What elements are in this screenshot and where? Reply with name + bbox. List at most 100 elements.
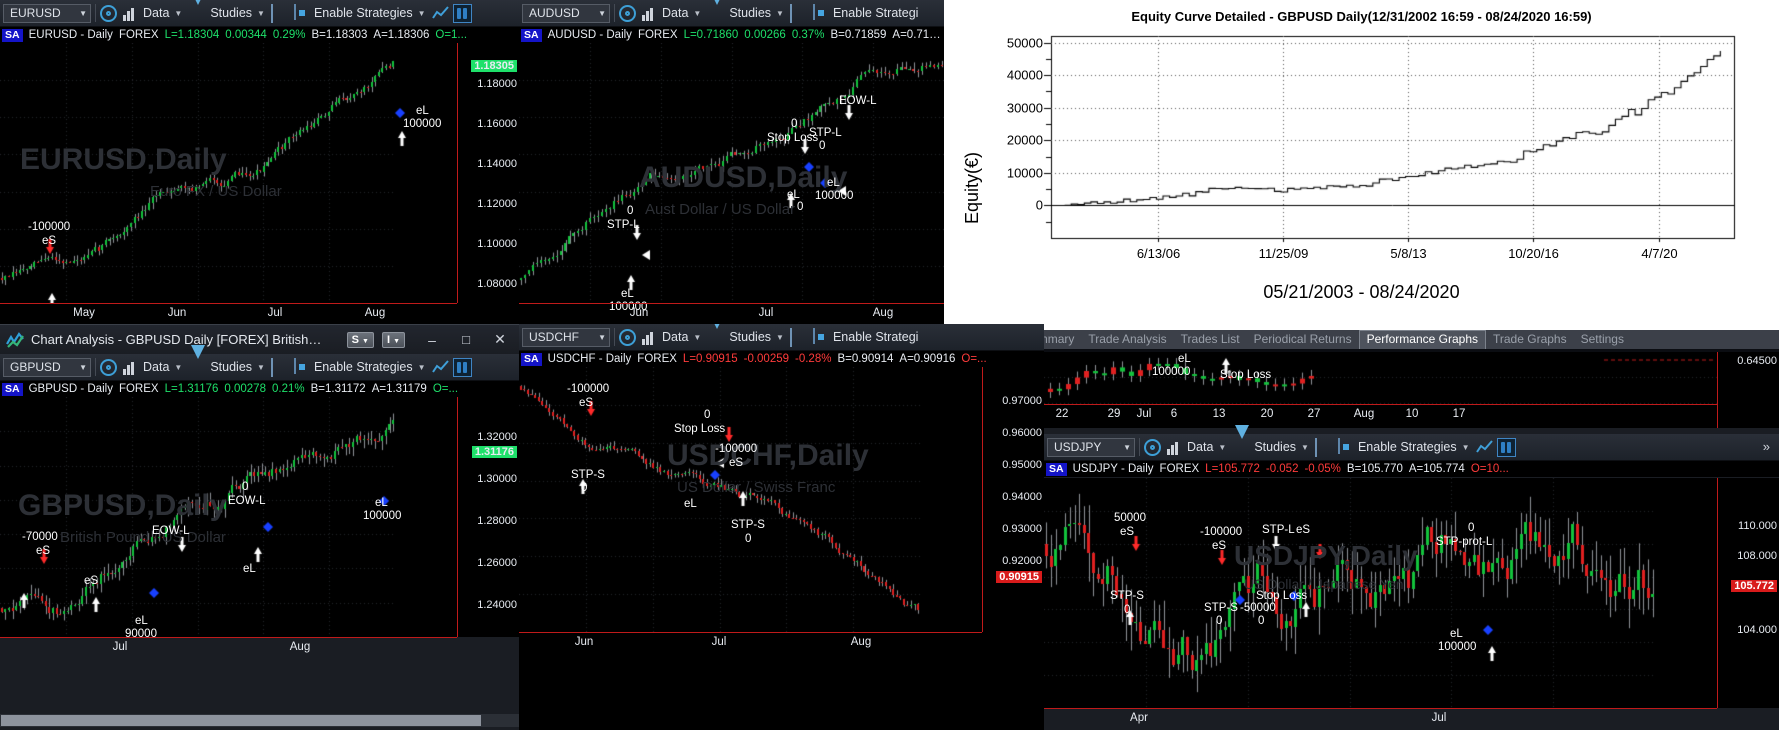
data-menu-usdjpy[interactable]: Data ▼ <box>1165 436 1228 458</box>
time-axis-usdjpy[interactable]: Apr Jul <box>1044 708 1717 728</box>
symbol-selector-usdjpy[interactable]: USDJPY ▼ <box>1047 437 1135 457</box>
y-axis-tick-label: 40000 <box>1006 67 1043 83</box>
enable-strategies-label: Enable Strategies <box>313 360 413 374</box>
tab-settings[interactable]: Settings <box>1574 330 1631 349</box>
order-annotation: 100000 <box>403 118 442 130</box>
quote-bid: B=1.18303 <box>311 29 368 41</box>
grid-icon[interactable] <box>1314 437 1332 457</box>
symbol-selector-eurusd[interactable]: EURUSD ▼ <box>3 3 91 23</box>
toolbar-usdjpy: USDJPY ▼ Data ▼ Studies ▼ Enable Strateg… <box>1044 424 1779 461</box>
enable-strategies-usdjpy[interactable]: Enable Strategies ▼ <box>1336 436 1472 458</box>
price-plot-audusd[interactable]: AUDUSD,Daily Aust Dollar / US Dollar 0 ST… <box>519 43 944 313</box>
enable-strategies-label: Enable Strategi <box>832 330 919 344</box>
quote-ask: A=0.90916 <box>899 353 956 365</box>
enable-strategies-eurusd[interactable]: Enable Strategies ▼ <box>292 2 428 24</box>
target-icon[interactable] <box>619 328 636 346</box>
price-axis-eurusd[interactable]: 1.18000 1.16000 1.14000 1.12000 1.10000 … <box>457 43 519 303</box>
quote-name: GBPUSD - Daily <box>28 383 113 395</box>
chevron-down-icon: ▼ <box>174 362 183 372</box>
target-icon[interactable] <box>1144 438 1161 456</box>
horizontal-scrollbar-gbpusd[interactable] <box>0 714 519 727</box>
minimize-button[interactable]: – <box>419 332 445 348</box>
studies-menu-eurusd[interactable]: Studies ▼ <box>188 0 267 24</box>
time-tick: Aug <box>1353 408 1375 420</box>
studies-menu-gbpusd[interactable]: Studies ▼ <box>188 344 267 378</box>
studies-menu-audusd[interactable]: Studies ▼ <box>707 0 786 24</box>
time-axis-sliver[interactable]: 22 29 Jul 6 13 20 27 Aug 10 17 <box>1044 404 1717 424</box>
target-icon[interactable] <box>100 4 117 22</box>
symbol-selector-audusd[interactable]: AUDUSD ▼ <box>522 3 610 23</box>
quote-change: -0.052 <box>1265 463 1299 475</box>
data-menu-eurusd[interactable]: Data ▼ <box>121 2 184 24</box>
price-plot-usdjpy[interactable]: USDJPY,Daily US Dollar / Japanese Yen 11… <box>1044 478 1779 708</box>
time-axis-gbpusd[interactable]: Jul Aug <box>0 637 457 657</box>
studies-menu-usdchf[interactable]: Studies ▼ <box>707 324 786 348</box>
price-plot-gbpusd[interactable]: GBPUSD,Daily British Pound / US Dollar 1… <box>0 397 519 640</box>
close-button[interactable]: ✕ <box>487 331 513 348</box>
grid-icon[interactable] <box>270 3 288 23</box>
candlestick-icon[interactable] <box>452 3 472 23</box>
bar-chart-icon <box>123 359 140 376</box>
tab-periodical-returns[interactable]: Periodical Returns <box>1247 330 1359 349</box>
symbol-selector-gbpusd[interactable]: GBPUSD ▼ <box>3 357 91 377</box>
equity-chart-area[interactable]: Equity(€) 0 10000 20000 30000 40000 50000 6/1… <box>944 24 1779 274</box>
candlestick-icon[interactable] <box>452 357 472 377</box>
window-titlebar-gbpusd[interactable]: Chart Analysis - GBPUSD Daily [FOREX] Br… <box>0 324 519 354</box>
studies-menu-usdjpy[interactable]: Studies ▼ <box>1232 424 1311 458</box>
price-axis-usdchf[interactable]: 0.97000 0.96000 0.95000 0.94000 0.93000 … <box>982 367 1044 632</box>
x-axis-tick-label: 4/7/20 <box>1641 246 1678 261</box>
price-plot-usdchf[interactable]: USDCHF,Daily US Dollar / Swiss Franc 0.9… <box>519 367 1044 632</box>
target-icon[interactable] <box>619 4 636 22</box>
grid-icon[interactable] <box>789 3 807 23</box>
tab-trade-graphs[interactable]: Trade Graphs <box>1486 330 1574 349</box>
time-tick: 29 <box>1107 408 1121 420</box>
tab-trade-analysis[interactable]: Trade Analysis <box>1081 330 1173 349</box>
chart-window-usdjpy: eL 100000 Stop Loss 0.64500 22 29 Jul 6 … <box>1044 352 1779 730</box>
price-axis-gbpusd[interactable]: 1.32000 1.30000 1.28000 1.26000 1.24000 … <box>457 397 519 637</box>
grid-icon[interactable] <box>270 357 288 377</box>
line-chart-icon[interactable] <box>431 5 449 22</box>
price-tick: 1.08000 <box>477 278 517 290</box>
studies-menu-label: Studies <box>729 330 772 344</box>
order-annotation: 0 <box>1258 615 1265 627</box>
data-menu-audusd[interactable]: Data ▼ <box>640 2 703 24</box>
tab-trades-list[interactable]: Trades List <box>1174 330 1247 349</box>
price-tick: 1.10000 <box>477 238 517 250</box>
enable-strategies-usdchf[interactable]: Enable Strategi <box>811 326 920 348</box>
quote-change: 0.00344 <box>225 29 267 41</box>
maximize-button[interactable]: □ <box>453 332 479 347</box>
s-dropdown-button[interactable]: S ▼ <box>346 331 374 348</box>
time-tick: 27 <box>1307 408 1321 420</box>
price-plot-eurusd[interactable]: EURUSD,Daily Euro FX / US Dollar 1.18000… <box>0 43 519 303</box>
enable-strategies-audusd[interactable]: Enable Strategi <box>811 2 920 24</box>
time-axis-usdchf[interactable]: Jun Jul Aug <box>519 632 982 652</box>
order-annotation: 50000 <box>1114 512 1146 524</box>
i-dropdown-button[interactable]: I ▼ <box>381 331 405 348</box>
order-annotation: -50000 <box>1240 602 1276 614</box>
toolbar-overflow-button[interactable]: » <box>1763 440 1776 453</box>
tab-performance-graphs[interactable]: Performance Graphs <box>1358 330 1486 349</box>
order-annotation: EOW-L <box>152 525 190 537</box>
enable-strategies-gbpusd[interactable]: Enable Strategies ▼ <box>292 356 428 378</box>
candlestick-icon[interactable] <box>1496 437 1516 457</box>
time-axis-eurusd[interactable]: May Jun Jul Aug <box>0 303 457 323</box>
price-axis-sliver[interactable]: 0.64500 <box>1717 352 1779 428</box>
data-menu-gbpusd[interactable]: Data ▼ <box>121 356 184 378</box>
data-menu-usdchf[interactable]: Data ▼ <box>640 326 703 348</box>
order-annotation: 0 <box>1216 615 1223 627</box>
order-annotation: 100000 <box>815 190 854 202</box>
line-chart-icon[interactable] <box>431 359 449 376</box>
order-annotation: -100000 <box>567 383 610 395</box>
chart-window-gbpusd: Chart Analysis - GBPUSD Daily [FOREX] Br… <box>0 324 519 730</box>
time-axis-audusd[interactable]: Jun Jul Aug <box>519 303 944 323</box>
symbol-label: AUDUSD <box>529 6 580 20</box>
price-tick: 1.12000 <box>477 198 517 210</box>
symbol-selector-usdchf[interactable]: USDCHF ▼ <box>522 327 610 347</box>
line-chart-icon[interactable] <box>1475 439 1493 456</box>
price-axis-usdjpy[interactable]: 110.000 108.000 106.000 104.000 105.772 <box>1717 478 1779 708</box>
grid-icon[interactable] <box>789 327 807 347</box>
data-menu-label: Data <box>143 360 170 374</box>
order-label: 100000 <box>1152 366 1191 378</box>
price-tick: 1.28000 <box>477 515 517 527</box>
target-icon[interactable] <box>100 358 117 376</box>
